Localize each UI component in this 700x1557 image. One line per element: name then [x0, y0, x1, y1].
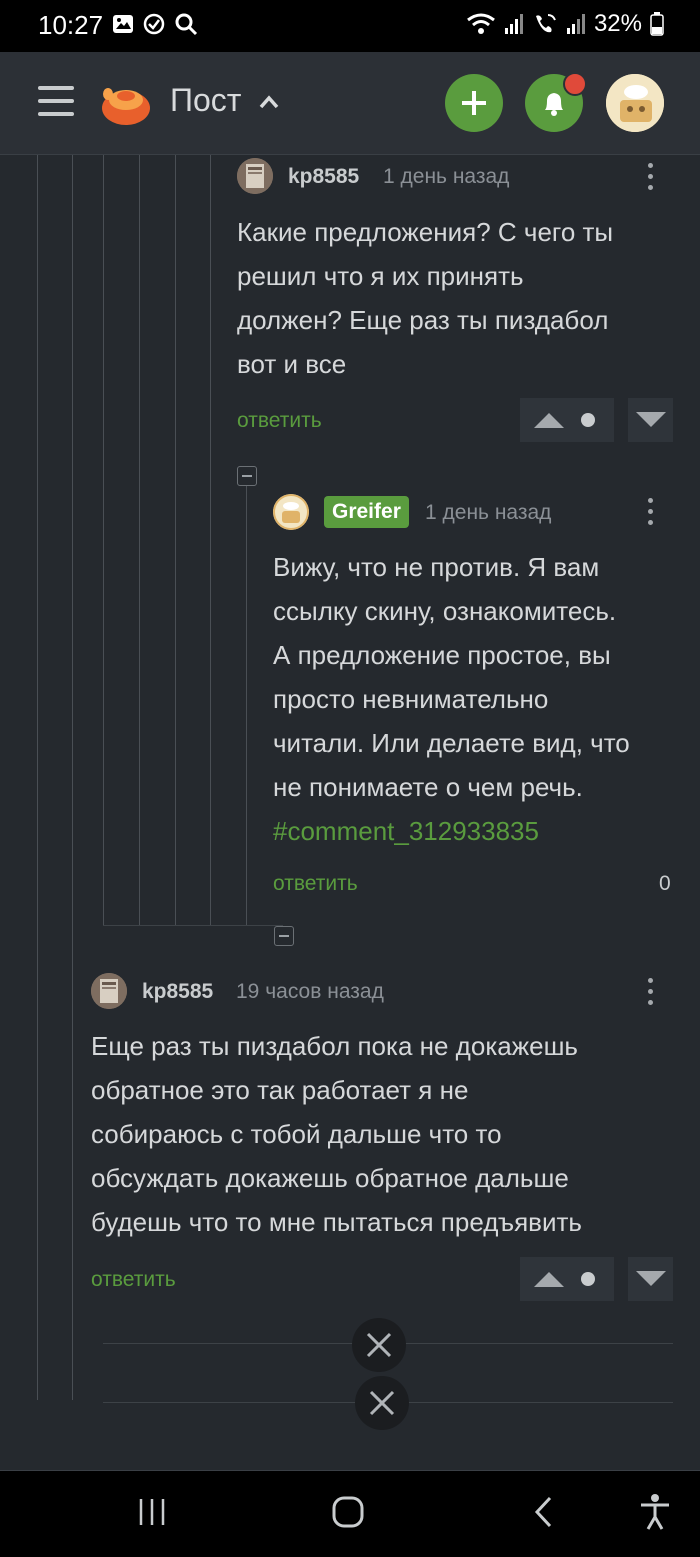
comment-text: Какие предложения? С чего ты решил что я… — [237, 217, 614, 379]
signal-icon — [504, 14, 523, 34]
thread-line — [103, 155, 104, 925]
vote-box — [520, 398, 614, 442]
score-dot — [581, 413, 595, 427]
add-post-button[interactable] — [445, 74, 503, 132]
signal-icon-2 — [566, 14, 585, 34]
downvote-box[interactable] — [628, 398, 673, 442]
reply-link[interactable]: ответить — [237, 409, 322, 433]
thread-line — [175, 155, 176, 925]
status-notification-icons — [112, 12, 198, 36]
status-time: 10:27 — [38, 10, 104, 40]
avatar[interactable] — [273, 494, 309, 530]
thread-line — [210, 155, 211, 925]
close-ad-button[interactable] — [352, 1318, 406, 1372]
chevron-up-icon[interactable] — [258, 92, 280, 112]
thread-divider — [103, 925, 283, 926]
comment-time[interactable]: 1 день назад — [425, 501, 551, 525]
more-options-icon[interactable] — [645, 978, 655, 1010]
thread-line — [246, 480, 247, 925]
status-bar: 10:27 32% — [0, 0, 700, 52]
system-nav-bar — [0, 1470, 700, 1557]
upvote-icon[interactable] — [532, 1269, 566, 1289]
more-options-icon[interactable] — [645, 163, 655, 195]
comment-username[interactable]: Greifer — [324, 496, 409, 528]
comment-username[interactable]: kp8585 — [288, 165, 359, 189]
reply-link[interactable]: ответить — [273, 872, 358, 896]
thread-line — [139, 155, 140, 925]
comment-link[interactable]: #comment_312933835 — [273, 809, 630, 853]
upvote-icon[interactable] — [532, 410, 566, 430]
avatar[interactable] — [91, 973, 127, 1009]
more-options-icon[interactable] — [645, 498, 655, 530]
collapse-thread-button[interactable] — [274, 926, 294, 946]
reply-link[interactable]: ответить — [91, 1268, 176, 1292]
wifi-icon — [467, 13, 495, 34]
pikabu-logo[interactable] — [100, 78, 152, 130]
battery-icon — [650, 12, 664, 36]
score-dot — [581, 1272, 595, 1286]
app-header: Пост — [0, 52, 700, 155]
comment-score: 0 — [659, 872, 671, 895]
recent-apps-icon[interactable] — [136, 1497, 168, 1527]
avatar[interactable] — [237, 158, 273, 194]
profile-avatar[interactable] — [606, 74, 664, 132]
page-title[interactable]: Пост — [170, 82, 241, 119]
gallery-icon — [113, 15, 133, 33]
notification-badge — [563, 72, 587, 96]
comment-username[interactable]: kp8585 — [142, 980, 213, 1004]
downvote-icon[interactable] — [634, 410, 668, 430]
avatar-image — [606, 74, 664, 132]
battery-percent: 32% — [593, 10, 642, 37]
vote-box — [520, 1257, 614, 1301]
comment-text: Вижу, что не против. Я вам ссылку скину,… — [273, 545, 630, 853]
close-icon — [366, 1332, 392, 1358]
collapse-thread-button[interactable] — [237, 466, 257, 486]
menu-icon[interactable] — [38, 86, 74, 118]
plus-icon — [462, 91, 486, 115]
comment-time[interactable]: 19 часов назад — [236, 980, 384, 1004]
downvote-box[interactable] — [628, 1257, 673, 1301]
check-circle-icon — [143, 13, 165, 35]
downvote-icon[interactable] — [634, 1269, 668, 1289]
accessibility-icon[interactable] — [638, 1493, 672, 1531]
search-icon — [175, 13, 198, 36]
home-icon[interactable] — [331, 1495, 365, 1529]
close-icon — [369, 1390, 395, 1416]
thread-line — [37, 155, 38, 1400]
status-system-icons: 32% — [466, 10, 664, 38]
thread-line — [72, 155, 73, 1400]
close-ad-button[interactable] — [355, 1376, 409, 1430]
wifi-calling-icon — [535, 14, 556, 33]
back-icon[interactable] — [530, 1495, 558, 1529]
comment-time[interactable]: 1 день назад — [383, 165, 509, 189]
comment-text: Еще раз ты пиздабол пока не докажешь обр… — [91, 1031, 582, 1237]
